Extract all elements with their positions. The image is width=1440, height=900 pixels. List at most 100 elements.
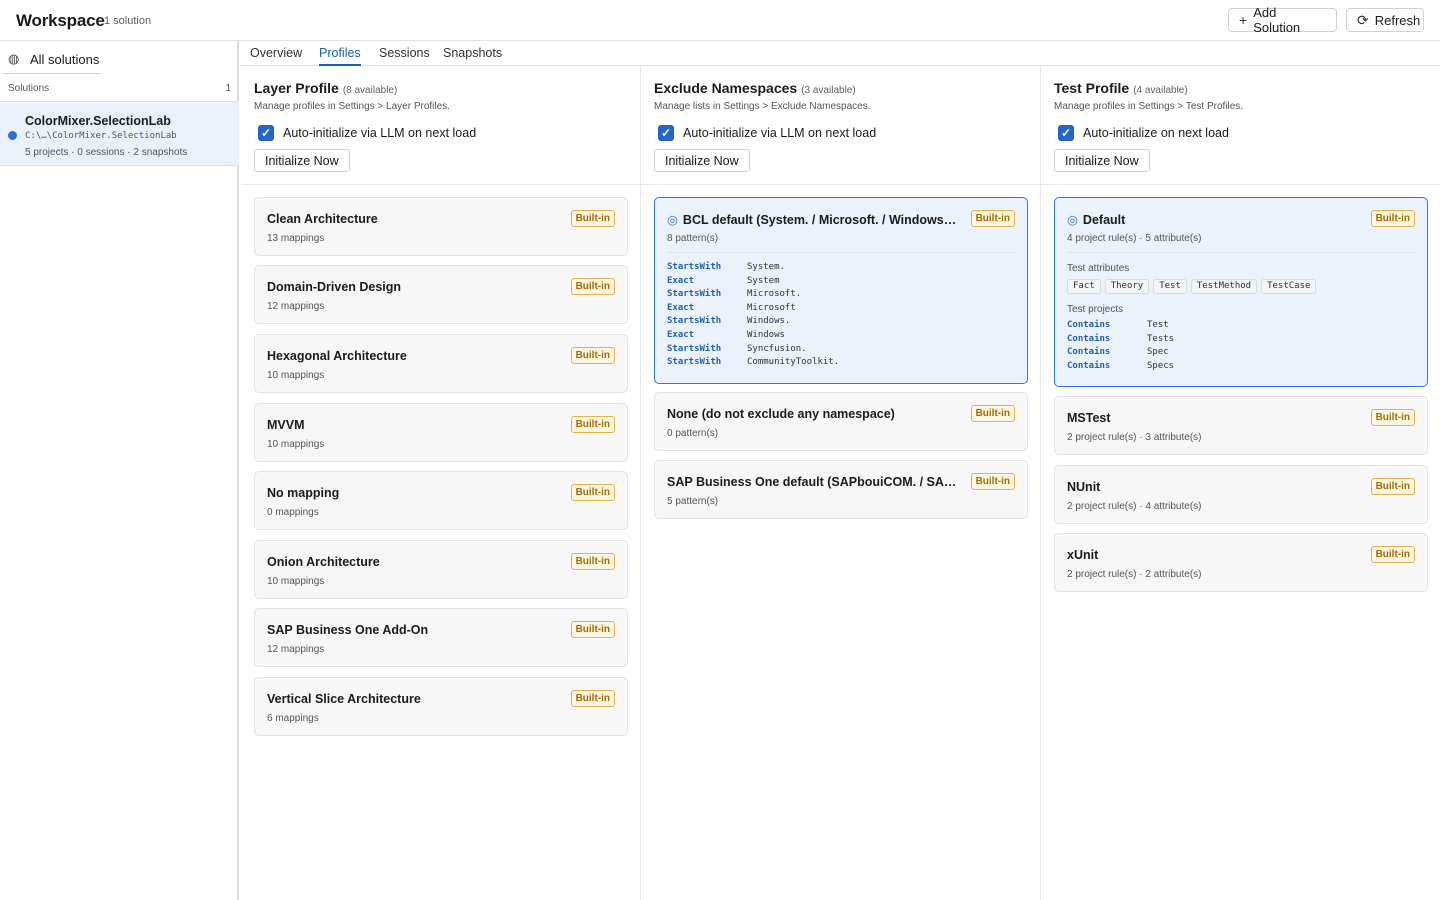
active-dot-icon (8, 131, 17, 140)
solution-count: 1 solution (104, 15, 152, 27)
pattern-row: StartsWith System. (667, 262, 839, 276)
project-rule-row: Contains Spec (1067, 347, 1174, 361)
checkbox-checked-icon[interactable]: ✓ (658, 125, 674, 141)
tab-bar: Overview Profiles Sessions Snapshots (241, 41, 1440, 66)
card-title-text: SAP Business One Add-On (267, 623, 429, 637)
card-title-text: MSTest (1067, 411, 1111, 425)
solution-item[interactable]: ColorMixer.SelectionLab C:\…\ColorMixer.… (0, 101, 239, 166)
checkbox-checked-icon[interactable]: ✓ (1058, 125, 1074, 141)
built-in-badge: Built-in (570, 553, 615, 570)
card-title-text: None (do not exclude any namespace) (667, 407, 895, 421)
profile-card[interactable]: MSTest 2 project rule(s) · 3 attribute(s)… (1054, 396, 1428, 455)
refresh-label: Refresh (1374, 12, 1421, 28)
pattern-operator: Exact (667, 302, 695, 313)
solutions-heading: Solutions 1 (8, 83, 231, 94)
card-meta: 12 mappings (267, 644, 325, 655)
profile-card[interactable]: None (do not exclude any namespace) 0 pat… (654, 392, 1028, 451)
tab-snapshots[interactable]: Snapshots (443, 46, 502, 64)
profile-card[interactable]: ◎ BCL default (System. / Microsoft. / Win… (654, 197, 1028, 384)
attribute-chip: Test (1153, 279, 1187, 294)
profile-card[interactable]: SAP Business One Add-On 12 mappings Built-… (254, 608, 628, 667)
tab-sessions[interactable]: Sessions (379, 46, 430, 64)
built-in-badge: Built-in (570, 690, 615, 707)
card-meta: 5 pattern(s) (667, 496, 719, 507)
pattern-operator: StartsWith (667, 289, 722, 300)
layer-profile-header: Layer Profile (8 available) Manage profil… (241, 66, 640, 185)
built-in-badge: Built-in (570, 278, 615, 295)
initialize-now-button[interactable]: Initialize Now (254, 149, 350, 172)
refresh-icon: ⟳ (1357, 12, 1369, 28)
profile-card[interactable]: ◎ Default 4 project rule(s) · 5 attribute(… (1054, 197, 1428, 387)
profile-card[interactable]: No mapping 0 mappings Built-in (254, 471, 628, 530)
auto-init-checkbox-row[interactable]: ✓ Auto-initialize on next load (1058, 125, 1229, 141)
pattern-operator: StartsWith (667, 316, 722, 327)
profile-card[interactable]: Clean Architecture 13 mappings Built-in (254, 197, 628, 256)
pattern-value: Windows (747, 329, 785, 340)
profile-card[interactable]: SAP Business One default (SAPbouiCOM. / … (654, 460, 1028, 519)
initialize-now-button[interactable]: Initialize Now (654, 149, 750, 172)
pattern-value: Microsoft (747, 302, 796, 313)
card-meta: 13 mappings (267, 233, 325, 244)
solution-path: C:\…\ColorMixer.SelectionLab (25, 131, 177, 141)
globe-icon: ◍ (8, 51, 20, 66)
all-solutions-label: All solutions (30, 51, 100, 67)
rule-operator: Contains (1067, 320, 1111, 330)
rule-value: Specs (1147, 360, 1175, 371)
pattern-row: Exact System (667, 276, 839, 290)
profile-card[interactable]: Domain-Driven Design 12 mappings Built-in (254, 265, 628, 324)
card-title-text: Onion Architecture (267, 555, 380, 569)
pattern-value: Microsoft. (747, 289, 802, 300)
column-title: Layer Profile (8 available) (254, 80, 397, 96)
pattern-value: System (747, 275, 780, 286)
profile-card[interactable]: Vertical Slice Architecture 6 mappings Bui… (254, 677, 628, 736)
auto-init-label: Auto-initialize via LLM on next load (283, 126, 477, 140)
card-title-text: Vertical Slice Architecture (267, 692, 421, 706)
card-meta: 2 project rule(s) · 4 attribute(s) (1067, 501, 1202, 512)
app-title: Workspace (16, 11, 105, 30)
card-title: Vertical Slice Architecture (267, 692, 559, 706)
card-title: SAP Business One Add-On (267, 623, 559, 637)
card-title: Onion Architecture (267, 555, 559, 569)
pattern-operator: StartsWith (667, 343, 722, 354)
initialize-now-button[interactable]: Initialize Now (1054, 149, 1150, 172)
built-in-badge: Built-in (1370, 478, 1415, 495)
built-in-badge: Built-in (570, 210, 615, 227)
profile-card[interactable]: xUnit 2 project rule(s) · 2 attribute(s) B… (1054, 533, 1428, 592)
auto-init-checkbox-row[interactable]: ✓ Auto-initialize via LLM on next load (658, 125, 876, 141)
card-divider (1067, 252, 1415, 253)
card-title-text: Hexagonal Architecture (267, 349, 407, 363)
tab-profiles[interactable]: Profiles (319, 46, 361, 66)
checkbox-checked-icon[interactable]: ✓ (258, 125, 274, 141)
pattern-row: StartsWith Windows. (667, 316, 839, 330)
card-meta: 8 pattern(s) (667, 233, 719, 244)
exclude-namespaces-column: Exclude Namespaces (3 available) Manage l… (641, 66, 1041, 900)
card-divider (667, 252, 1015, 253)
plus-icon: + (1239, 12, 1248, 28)
pattern-operator: Exact (667, 275, 695, 286)
exclude-namespaces-header: Exclude Namespaces (3 available) Manage l… (641, 66, 1040, 185)
all-solutions-button[interactable]: ◍ All solutions (2, 45, 101, 74)
attribute-chip: Fact (1067, 279, 1101, 294)
card-title-text: MVVM (267, 418, 305, 432)
project-rule-row: Contains Specs (1067, 361, 1174, 375)
test-projects-label: Test projects (1067, 304, 1124, 315)
tab-overview[interactable]: Overview (250, 46, 302, 64)
profile-card[interactable]: NUnit 2 project rule(s) · 4 attribute(s) B… (1054, 465, 1428, 524)
card-title: Clean Architecture (267, 212, 559, 226)
attribute-chip: Theory (1104, 279, 1150, 294)
card-title: ◎ BCL default (System. / Microsoft. / Win… (667, 212, 959, 227)
built-in-badge: Built-in (1370, 409, 1415, 426)
profile-card[interactable]: MVVM 10 mappings Built-in (254, 403, 628, 462)
profile-card[interactable]: Onion Architecture 10 mappings Built-in (254, 540, 628, 599)
auto-init-checkbox-row[interactable]: ✓ Auto-initialize via LLM on next load (258, 125, 476, 141)
pattern-row: Exact Windows (667, 330, 839, 344)
profile-card[interactable]: Hexagonal Architecture 10 mappings Built-i… (254, 334, 628, 393)
pattern-row: Exact Microsoft (667, 303, 839, 317)
built-in-badge: Built-in (570, 621, 615, 638)
built-in-badge: Built-in (970, 210, 1015, 227)
refresh-button[interactable]: ⟳ Refresh (1346, 8, 1424, 32)
add-solution-button[interactable]: + Add Solution (1228, 5, 1337, 35)
pattern-value: System. (747, 262, 785, 272)
column-title-text: Exclude Namespaces (654, 80, 798, 96)
pattern-value: Syncfusion. (747, 343, 807, 354)
